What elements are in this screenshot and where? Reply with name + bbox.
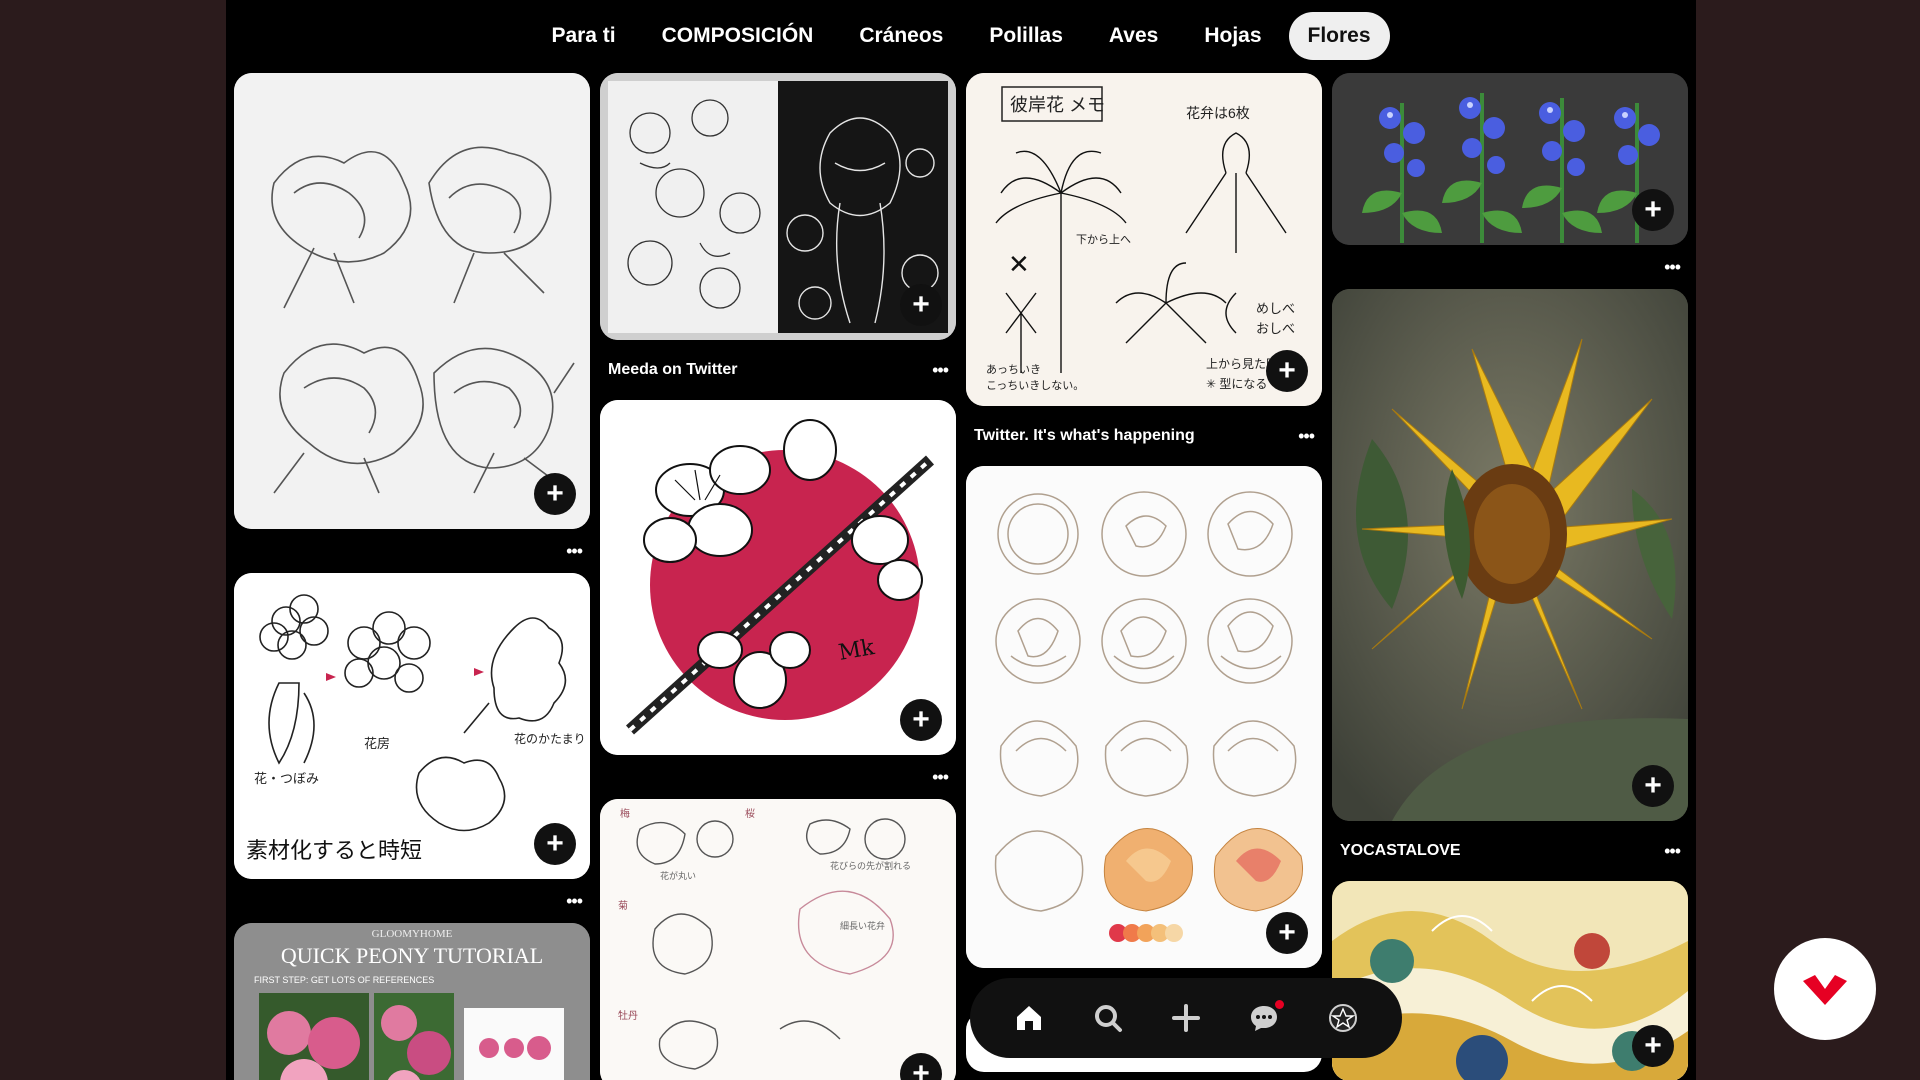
search-button[interactable] bbox=[1086, 996, 1130, 1040]
svg-text:おしべ: おしべ bbox=[1256, 321, 1295, 336]
peony-step: FIRST STEP: GET LOTS OF REFERENCES bbox=[254, 975, 434, 985]
pin-title[interactable]: Twitter. It's what's happening bbox=[974, 427, 1195, 445]
svg-text:細長い花弁: 細長い花弁 bbox=[840, 920, 885, 931]
more-options-icon[interactable]: ••• bbox=[932, 768, 949, 786]
bottom-navigation bbox=[970, 978, 1402, 1058]
more-options-icon[interactable]: ••• bbox=[1298, 427, 1315, 445]
pin-spider-lily[interactable]: 彼岸花 メモ 花弁は6枚 ✕ 下から上へ めしべ おしべ 上から見た図 ✳ 型に… bbox=[966, 73, 1322, 406]
peony-heading: QUICK PEONY TUTORIAL bbox=[281, 943, 543, 968]
spider-lily-note: 花弁は6枚 bbox=[1186, 105, 1250, 121]
blossom-caption: 素材化すると時短 bbox=[246, 838, 422, 863]
pin-peony-sketches[interactable]: + bbox=[234, 73, 590, 529]
svg-text:桜: 桜 bbox=[745, 807, 755, 820]
svg-text:✳ 型になる: ✳ 型になる bbox=[1206, 377, 1267, 391]
pin-meta: Twitter. It's what's happening ••• bbox=[966, 406, 1322, 466]
pin-rose-steps[interactable]: + bbox=[966, 466, 1322, 968]
pin-meta: Meeda on Twitter ••• bbox=[600, 340, 956, 400]
pin-meta: ••• bbox=[234, 529, 590, 573]
tab-craneos[interactable]: Cráneos bbox=[840, 12, 962, 60]
save-pin-button[interactable]: + bbox=[534, 473, 576, 515]
tab-flores[interactable]: Flores bbox=[1288, 12, 1390, 60]
messages-button[interactable] bbox=[1242, 996, 1286, 1040]
pin-title[interactable]: YOCASTALOVE bbox=[1340, 842, 1461, 860]
peony-tutorial-image: GLOOMYHOME QUICK PEONY TUTORIAL FIRST ST… bbox=[234, 923, 590, 1080]
home-icon bbox=[1017, 1006, 1042, 1030]
app-frame: Para ti COMPOSICIÓN Cráneos Polillas Ave… bbox=[226, 0, 1696, 1080]
create-button[interactable] bbox=[1164, 996, 1208, 1040]
svg-text:あっちいき: あっちいき bbox=[986, 363, 1041, 376]
svg-text:✕: ✕ bbox=[1008, 250, 1030, 280]
cherry-circle-image: Mk bbox=[600, 400, 956, 755]
pin-column-3: 彼岸花 メモ 花弁は6枚 ✕ 下から上へ めしべ おしべ 上から見た図 ✳ 型に… bbox=[966, 73, 1322, 1072]
save-pin-button[interactable]: + bbox=[1266, 350, 1308, 392]
more-options-icon[interactable]: ••• bbox=[932, 361, 949, 379]
pin-meta: ••• bbox=[234, 879, 590, 923]
svg-text:花びらの先が割れる: 花びらの先が割れる bbox=[830, 860, 911, 871]
search-icon bbox=[1094, 1005, 1122, 1032]
rose-steps-image bbox=[966, 466, 1322, 968]
svg-text:牡丹: 牡丹 bbox=[618, 1009, 638, 1022]
pin-meta: YOCASTALOVE ••• bbox=[1332, 821, 1688, 881]
pin-meta: ••• bbox=[600, 755, 956, 799]
tab-composicion[interactable]: COMPOSICIÓN bbox=[643, 12, 833, 60]
svg-text:梅: 梅 bbox=[620, 807, 630, 820]
sunflower-image bbox=[1332, 289, 1688, 821]
pin-column-1: + ••• 花・つぼみ 花房 花のかたまり 素材化すると時短 + ••• GLO… bbox=[234, 73, 590, 1080]
more-options-icon[interactable]: ••• bbox=[566, 542, 583, 560]
pin-title[interactable]: Meeda on Twitter bbox=[608, 361, 738, 379]
pin-flower-notes[interactable]: 梅桜菊牡丹 花が丸い 花びらの先が割れる 細長い花弁 + bbox=[600, 799, 956, 1080]
more-options-icon[interactable]: ••• bbox=[566, 892, 583, 910]
pin-column-2: + Meeda on Twitter ••• Mk + ••• 梅 桜 菊 牡丹… bbox=[600, 73, 956, 1080]
logo-icon bbox=[1803, 975, 1847, 1005]
save-pin-button[interactable]: + bbox=[1632, 765, 1674, 807]
pin-bellflowers[interactable]: + bbox=[1332, 73, 1688, 245]
tab-para-ti[interactable]: Para ti bbox=[532, 12, 634, 60]
pin-sunflower[interactable]: + bbox=[1332, 289, 1688, 821]
notification-badge bbox=[1275, 1000, 1285, 1009]
home-button[interactable] bbox=[1007, 996, 1051, 1040]
flower-notes-image: 梅 桜菊牡丹 花が丸い 花びらの先が割れる細長い花弁 bbox=[600, 799, 956, 1080]
create-icon bbox=[1171, 1004, 1200, 1032]
pin-peony-tutorial[interactable]: GLOOMYHOME QUICK PEONY TUTORIAL FIRST ST… bbox=[234, 923, 590, 1080]
profile-button[interactable] bbox=[1321, 996, 1365, 1040]
svg-text:菊: 菊 bbox=[618, 900, 628, 912]
pin-meta: ••• bbox=[1332, 245, 1688, 289]
more-options-icon[interactable]: ••• bbox=[1664, 842, 1681, 860]
svg-text:下から上へ: 下から上へ bbox=[1076, 233, 1131, 246]
svg-text:こっちいきしない。: こっちいきしない。 bbox=[986, 379, 1084, 392]
svg-text:花が丸い: 花が丸い bbox=[660, 870, 696, 881]
svg-text:花・つぼみ: 花・つぼみ bbox=[254, 771, 319, 786]
profile-icon bbox=[1328, 1004, 1357, 1032]
pin-column-4: + ••• + YOCASTALOVE ••• + bbox=[1332, 73, 1688, 1080]
spider-lily-image: 彼岸花 メモ 花弁は6枚 ✕ 下から上へ めしべ おしべ 上から見た図 ✳ 型に… bbox=[966, 73, 1322, 406]
tab-aves[interactable]: Aves bbox=[1090, 12, 1177, 60]
tab-hojas[interactable]: Hojas bbox=[1185, 12, 1280, 60]
save-pin-button[interactable]: + bbox=[900, 284, 942, 326]
more-options-icon[interactable]: ••• bbox=[1664, 258, 1681, 276]
pin-meeda[interactable]: + bbox=[600, 73, 956, 340]
save-pin-button[interactable]: + bbox=[534, 823, 576, 865]
channel-logo-button[interactable] bbox=[1774, 938, 1876, 1040]
save-pin-button[interactable]: + bbox=[1632, 1025, 1674, 1067]
save-pin-button[interactable]: + bbox=[900, 699, 942, 741]
svg-text:花のかたまり: 花のかたまり bbox=[514, 731, 586, 746]
pin-blossom-steps[interactable]: 花・つぼみ 花房 花のかたまり 素材化すると時短 + bbox=[234, 573, 590, 879]
save-pin-button[interactable]: + bbox=[1632, 189, 1674, 231]
svg-text:花房: 花房 bbox=[364, 736, 390, 751]
spider-lily-heading: 彼岸花 メモ bbox=[1010, 95, 1105, 115]
board-tabs: Para ti COMPOSICIÓN Cráneos Polillas Ave… bbox=[226, 0, 1696, 72]
peony-brand: GLOOMYHOME bbox=[372, 928, 453, 940]
tab-polillas[interactable]: Polillas bbox=[970, 12, 1082, 60]
pin-cherry-circle[interactable]: Mk + bbox=[600, 400, 956, 755]
save-pin-button[interactable]: + bbox=[1266, 912, 1308, 954]
peony-sketches-image bbox=[234, 73, 590, 529]
svg-text:めしべ: めしべ bbox=[1256, 301, 1295, 316]
